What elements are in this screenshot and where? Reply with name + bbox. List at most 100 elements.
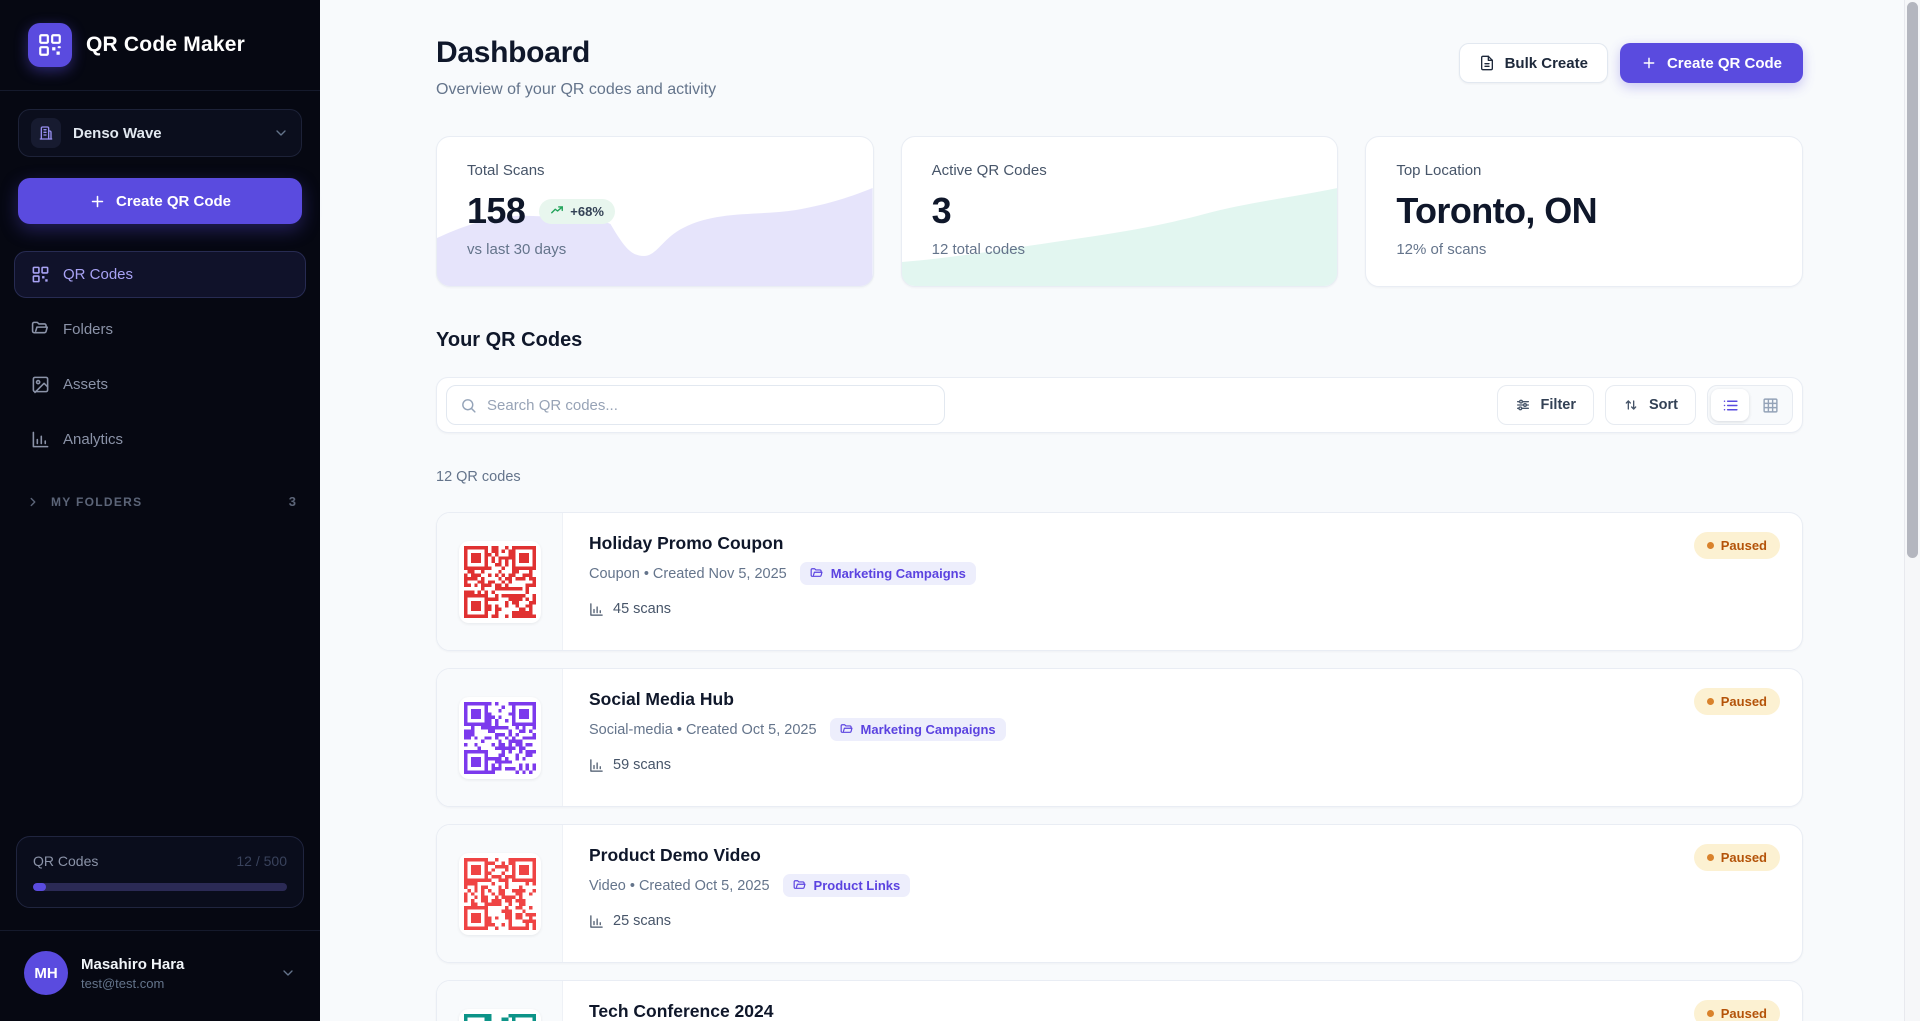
status-label: Paused bbox=[1721, 694, 1767, 709]
qr-scans: 59 scans bbox=[589, 757, 1776, 773]
chevron-down-icon bbox=[273, 125, 289, 141]
scans-chart-icon bbox=[589, 602, 604, 617]
create-qr-code-button[interactable]: Create QR Code bbox=[1620, 43, 1803, 83]
search-box bbox=[446, 385, 945, 425]
sidebar-item-label: Assets bbox=[63, 376, 108, 393]
qr-thumb-pane bbox=[437, 981, 563, 1021]
scrollbar-thumb[interactable] bbox=[1907, 2, 1918, 558]
qr-code-thumbnail bbox=[459, 541, 541, 623]
qr-scans: 45 scans bbox=[589, 601, 1776, 617]
sidebar-item-folders[interactable]: Folders bbox=[14, 306, 306, 353]
folder-chip[interactable]: Product Links bbox=[783, 874, 911, 897]
stat-card-total-scans: Total Scans 158 +68% vs last 30 days bbox=[436, 136, 874, 287]
stat-sub: 12 total codes bbox=[932, 241, 1308, 258]
chevron-down-icon bbox=[280, 965, 296, 981]
bulk-create-button[interactable]: Bulk Create bbox=[1459, 43, 1608, 83]
sidebar-item-qr-codes[interactable]: QR Codes bbox=[14, 251, 306, 298]
qr-count-text: 12 QR codes bbox=[436, 469, 1803, 485]
qr-card-social-media-hub[interactable]: Social Media Hub Social-media • Created … bbox=[436, 668, 1803, 807]
status-badge: Paused bbox=[1694, 844, 1780, 871]
sort-label: Sort bbox=[1649, 397, 1678, 413]
stat-value: Toronto, ON bbox=[1396, 190, 1597, 232]
file-text-icon bbox=[1479, 55, 1495, 71]
status-dot-icon bbox=[1707, 1010, 1714, 1017]
scans-chart-icon bbox=[589, 914, 604, 929]
main-content: Dashboard Overview of your QR codes and … bbox=[320, 0, 1920, 1021]
filter-button[interactable]: Filter bbox=[1497, 385, 1594, 425]
qr-card-product-demo-video[interactable]: Product Demo Video Video • Created Oct 5… bbox=[436, 824, 1803, 963]
grid-icon bbox=[1762, 397, 1779, 414]
status-badge: Paused bbox=[1694, 1000, 1780, 1021]
filter-label: Filter bbox=[1541, 397, 1576, 413]
folder-chip-label: Marketing Campaigns bbox=[831, 566, 966, 581]
usage-value: 12 / 500 bbox=[236, 853, 287, 869]
search-icon bbox=[460, 397, 477, 414]
qr-card-content: Holiday Promo Coupon Coupon • Created No… bbox=[563, 513, 1802, 650]
sidebar-create-qr-button[interactable]: Create QR Code bbox=[18, 178, 302, 224]
page-header: Dashboard Overview of your QR codes and … bbox=[436, 36, 1803, 99]
trending-up-icon bbox=[550, 204, 564, 218]
my-folders-count: 3 bbox=[289, 494, 296, 509]
status-dot-icon bbox=[1707, 698, 1714, 705]
folder-chip[interactable]: Marketing Campaigns bbox=[800, 562, 976, 585]
sort-button[interactable]: Sort bbox=[1605, 385, 1696, 425]
sidebar-nav: QR Codes Folders Assets Analytics bbox=[14, 251, 306, 463]
qr-scans-label: 25 scans bbox=[613, 913, 671, 929]
page-header-text: Dashboard Overview of your QR codes and … bbox=[436, 36, 716, 99]
toolbar-right: Filter Sort bbox=[1497, 385, 1793, 425]
plus-icon bbox=[1641, 55, 1657, 71]
workspace-selector[interactable]: Denso Wave bbox=[18, 109, 302, 157]
app-logo-qr-icon bbox=[28, 23, 72, 67]
stat-card-active-codes: Active QR Codes 3 12 total codes bbox=[901, 136, 1339, 287]
usage-progress-fill bbox=[33, 883, 46, 891]
image-icon bbox=[31, 375, 50, 394]
search-input[interactable] bbox=[487, 397, 931, 414]
qr-meta: Social-media • Created Oct 5, 2025 bbox=[589, 722, 817, 738]
qr-code-thumbnail bbox=[459, 853, 541, 935]
qr-code-thumbnail bbox=[459, 697, 541, 779]
folder-chip-label: Product Links bbox=[814, 878, 901, 893]
sidebar-spacer bbox=[0, 509, 320, 836]
qr-meta: Video • Created Oct 5, 2025 bbox=[589, 878, 770, 894]
filter-sliders-icon bbox=[1515, 397, 1531, 413]
list-view-button[interactable] bbox=[1711, 389, 1749, 421]
bar-chart-icon bbox=[31, 430, 50, 449]
stat-card-top-location: Top Location Toronto, ON 12% of scans bbox=[1365, 136, 1803, 287]
chevron-right-icon bbox=[26, 495, 40, 509]
list-icon bbox=[1722, 397, 1739, 414]
status-dot-icon bbox=[1707, 542, 1714, 549]
user-menu[interactable]: MH Masahiro Hara test@test.com bbox=[0, 930, 320, 1021]
sort-arrows-icon bbox=[1623, 397, 1639, 413]
sidebar-create-qr-label: Create QR Code bbox=[116, 193, 231, 210]
sidebar-item-assets[interactable]: Assets bbox=[14, 361, 306, 408]
avatar: MH bbox=[24, 951, 68, 995]
usage-label: QR Codes bbox=[33, 853, 98, 869]
folder-open-icon bbox=[810, 567, 824, 581]
sidebar-item-label: QR Codes bbox=[63, 266, 133, 283]
stat-sub: 12% of scans bbox=[1396, 241, 1772, 258]
sidebar-item-analytics[interactable]: Analytics bbox=[14, 416, 306, 463]
folder-chip[interactable]: Marketing Campaigns bbox=[830, 718, 1006, 741]
plus-icon bbox=[89, 193, 106, 210]
qr-card-content: Product Demo Video Video • Created Oct 5… bbox=[563, 825, 1802, 962]
my-folders-section-toggle[interactable]: MY FOLDERS 3 bbox=[26, 494, 296, 509]
qr-card-tech-conference-2024[interactable]: Tech Conference 2024 Paused bbox=[436, 980, 1803, 1021]
bulk-create-label: Bulk Create bbox=[1505, 55, 1588, 72]
folder-chip-label: Marketing Campaigns bbox=[861, 722, 996, 737]
qr-card-content: Social Media Hub Social-media • Created … bbox=[563, 669, 1802, 806]
stat-label: Active QR Codes bbox=[932, 162, 1308, 179]
usage-card: QR Codes 12 / 500 bbox=[16, 836, 304, 908]
trend-badge: +68% bbox=[539, 199, 615, 224]
qr-toolbar: Filter Sort bbox=[436, 377, 1803, 433]
qr-code-thumbnail bbox=[459, 1009, 541, 1021]
qr-card-content: Tech Conference 2024 bbox=[563, 981, 1802, 1021]
status-badge: Paused bbox=[1694, 688, 1780, 715]
trend-badge-value: +68% bbox=[570, 204, 604, 219]
page-subtitle: Overview of your QR codes and activity bbox=[436, 81, 716, 99]
sidebar-item-label: Analytics bbox=[63, 431, 123, 448]
qr-card-holiday-promo-coupon[interactable]: Holiday Promo Coupon Coupon • Created No… bbox=[436, 512, 1803, 651]
workspace-name: Denso Wave bbox=[73, 125, 261, 142]
building-icon bbox=[31, 118, 61, 148]
grid-view-button[interactable] bbox=[1751, 389, 1789, 421]
status-label: Paused bbox=[1721, 538, 1767, 553]
